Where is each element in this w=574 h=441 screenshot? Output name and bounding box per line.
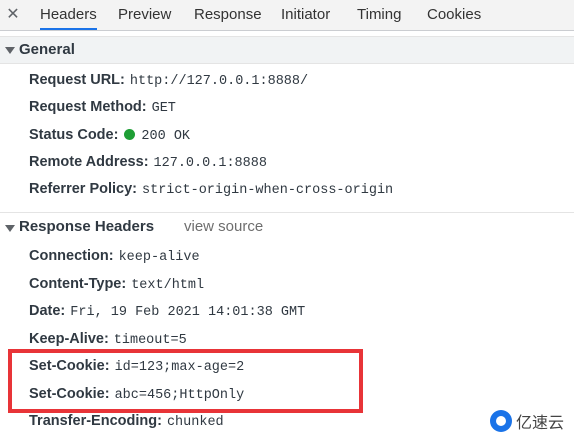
date-row: Date: Fri, 19 Feb 2021 14:01:38 GMT xyxy=(29,300,305,322)
tab-response[interactable]: Response xyxy=(194,0,262,30)
close-icon[interactable]: ✕ xyxy=(4,4,22,24)
collapse-triangle-icon[interactable] xyxy=(5,225,15,232)
request-url-row: Request URL: http://127.0.0.1:8888/ xyxy=(29,69,308,91)
referrer-policy-key: Referrer Policy: xyxy=(29,181,137,197)
response-headers-section-header[interactable]: Response Headers view source xyxy=(0,212,574,240)
content-type-value: text/html xyxy=(131,278,205,293)
set-cookie-value: id=123;max-age=2 xyxy=(114,360,245,375)
set-cookie-key: Set-Cookie: xyxy=(29,358,110,374)
content-type-key: Content-Type: xyxy=(29,276,127,292)
watermark: 亿速云 xyxy=(489,408,564,434)
general-section-title: General xyxy=(19,41,75,58)
tab-headers[interactable]: Headers xyxy=(40,0,97,30)
tab-initiator[interactable]: Initiator xyxy=(281,0,330,30)
watermark-text: 亿速云 xyxy=(515,413,564,432)
referrer-policy-value: strict-origin-when-cross-origin xyxy=(142,183,394,198)
set-cookie-row: Set-Cookie: abc=456;HttpOnly xyxy=(29,383,244,405)
tab-cookies[interactable]: Cookies xyxy=(427,0,481,30)
connection-key: Connection: xyxy=(29,248,114,264)
keep-alive-key: Keep-Alive: xyxy=(29,331,109,347)
keep-alive-value: timeout=5 xyxy=(113,333,187,348)
remote-address-row: Remote Address: 127.0.0.1:8888 xyxy=(29,151,267,173)
transfer-encoding-row: Transfer-Encoding: chunked xyxy=(29,410,224,432)
general-section-header[interactable]: General xyxy=(0,36,574,64)
devtools-headers-panel: ✕ Headers Preview Response Initiator Tim… xyxy=(0,0,574,441)
request-url-value: http://127.0.0.1:8888/ xyxy=(129,74,309,89)
request-method-value: GET xyxy=(151,101,176,116)
request-url-key: Request URL: xyxy=(29,72,125,88)
watermark-logo-icon xyxy=(489,410,512,432)
connection-row: Connection: keep-alive xyxy=(29,245,200,267)
tab-bar: ✕ Headers Preview Response Initiator Tim… xyxy=(0,0,574,31)
tab-timing[interactable]: Timing xyxy=(357,0,401,30)
transfer-encoding-value: chunked xyxy=(166,415,224,430)
collapse-triangle-icon[interactable] xyxy=(5,47,15,54)
date-value: Fri, 19 Feb 2021 14:01:38 GMT xyxy=(70,305,306,320)
set-cookie-row: Set-Cookie: id=123;max-age=2 xyxy=(29,355,244,377)
request-method-key: Request Method: xyxy=(29,99,147,115)
response-headers-title: Response Headers xyxy=(19,218,155,235)
keep-alive-row: Keep-Alive: timeout=5 xyxy=(29,328,187,350)
connection-value: keep-alive xyxy=(118,250,200,265)
remote-address-value: 127.0.0.1:8888 xyxy=(153,156,267,171)
transfer-encoding-key: Transfer-Encoding: xyxy=(29,413,162,429)
status-code-row: Status Code: 200 OK xyxy=(29,124,190,146)
content-type-row: Content-Type: text/html xyxy=(29,273,204,295)
request-method-row: Request Method: GET xyxy=(29,96,176,118)
tab-preview[interactable]: Preview xyxy=(118,0,171,30)
set-cookie-value: abc=456;HttpOnly xyxy=(114,388,245,403)
view-source-link[interactable]: view source xyxy=(184,218,263,235)
date-key: Date: xyxy=(29,303,66,319)
status-code-value: 200 OK xyxy=(141,129,191,144)
status-ok-dot-icon xyxy=(124,129,136,140)
status-code-key: Status Code: xyxy=(29,127,119,143)
referrer-policy-row: Referrer Policy: strict-origin-when-cross… xyxy=(29,178,393,200)
set-cookie-key: Set-Cookie: xyxy=(29,386,110,402)
remote-address-key: Remote Address: xyxy=(29,154,149,170)
